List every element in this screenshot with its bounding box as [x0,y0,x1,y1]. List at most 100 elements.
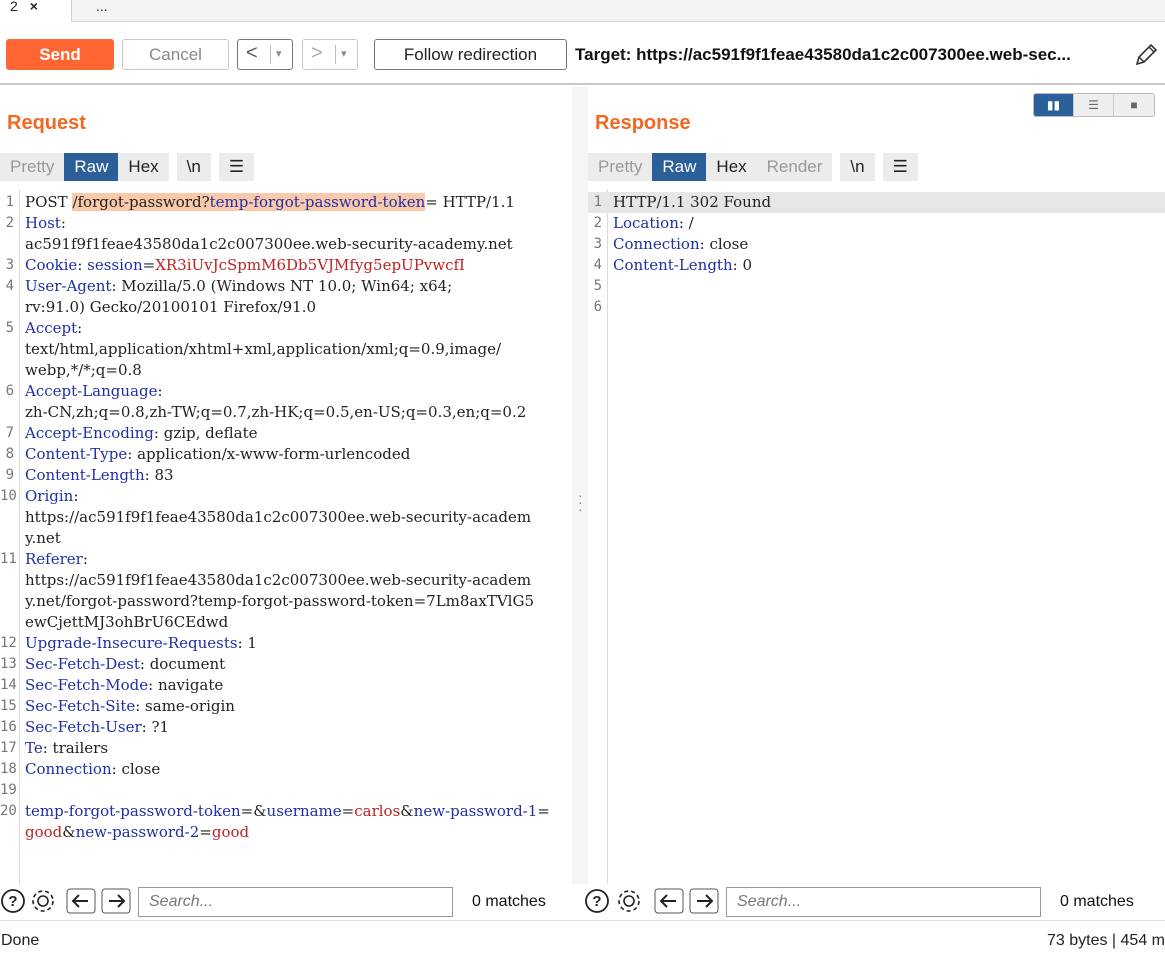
tab-hex[interactable]: Hex [706,153,757,181]
code-token: & [62,823,76,841]
cancel-button[interactable]: Cancel [122,39,229,70]
line-text [25,780,572,801]
code-token: carlos [354,802,401,820]
gear-icon[interactable] [30,888,56,914]
pencil-icon[interactable] [1133,42,1159,68]
request-code[interactable]: 1 POST /forgot-password?temp-forgot-passw… [0,192,572,843]
code-line[interactable]: 2 Host: ac591f9f1feae43580da1c2c007300ee.… [0,213,572,255]
request-editor[interactable]: 1 POST /forgot-password?temp-forgot-passw… [0,189,572,884]
tab-render[interactable]: Render [756,153,833,181]
code-line[interactable]: 17 Te: trailers [0,738,572,759]
code-line[interactable]: 16 Sec-Fetch-User: ?1 [0,717,572,738]
code-line[interactable]: 7 Accept-Encoding: gzip, deflate [0,423,572,444]
line-text: User-Agent: Mozilla/5.0 (Windows NT 10.0… [25,276,572,318]
code-line[interactable]: 14 Sec-Fetch-Mode: navigate [0,675,572,696]
code-line[interactable]: 4 User-Agent: Mozilla/5.0 (Windows NT 10.… [0,276,572,318]
gear-icon[interactable] [616,888,642,914]
arrow-right-icon[interactable] [101,888,131,914]
help-icon[interactable]: ? [0,888,26,914]
close-icon[interactable]: × [30,0,38,14]
newline-toggle[interactable]: \n [176,153,211,181]
stacked-layout-icon[interactable]: ☰ [1074,94,1114,116]
tab-raw[interactable]: Raw [64,153,119,181]
code-token: Host [25,214,61,232]
code-token: Te [25,739,43,757]
code-line[interactable]: 6 [588,297,1165,318]
back-button[interactable]: < ▾ [237,39,293,70]
code-line[interactable]: 20 temp-forgot-password-token=&username=c… [0,801,572,843]
tab-pretty[interactable]: Pretty [588,153,653,181]
chevron-down-icon[interactable]: ▾ [341,47,347,60]
tab-pretty[interactable]: Pretty [0,153,65,181]
response-code[interactable]: 1 HTTP/1.1 302 Found 2 Location: / 3 Connecti… [588,192,1165,318]
send-button[interactable]: Send [6,39,114,70]
code-line[interactable]: 4 Content-Length: 0 [588,255,1165,276]
code-line[interactable]: 19 [0,780,572,801]
search-input[interactable]: Search... [138,887,453,917]
code-token: = [142,256,156,274]
code-line[interactable]: 11 Referer: https://ac591f9f1feae43580da1… [0,549,572,633]
code-token: Sec-Fetch-Mode [25,676,149,694]
code-line[interactable]: 8 Content-Type: application/x-www-form-ur… [0,444,572,465]
drag-handle-icon[interactable]: · · · [578,488,583,516]
code-token: : ac591f9f1feae43580da1c2c007300ee.web-s… [25,214,513,253]
response-editor[interactable]: 1 HTTP/1.1 302 Found 2 Location: / 3 Connecti… [588,189,1165,884]
code-line[interactable]: 6 Accept-Language: zh-CN,zh;q=0.8,zh-TW;q… [0,381,572,423]
line-number: 1 [593,194,602,210]
help-icon[interactable]: ? [584,888,610,914]
line-text [613,276,1165,297]
code-token: Sec-Fetch-Site [25,697,136,715]
code-line[interactable]: 13 Sec-Fetch-Dest: document [0,654,572,675]
code-line[interactable]: 3 Connection: close [588,234,1165,255]
follow-redirection-button[interactable]: Follow redirection [374,39,567,70]
tab-strip: 2 × ... [0,0,1165,22]
code-token: : document [139,655,226,673]
line-number: 1 [5,194,14,210]
code-line[interactable]: 3 Cookie: session=XR3iUvJcSpmM6Db5VJMfyg5… [0,255,572,276]
new-tab-button[interactable]: ... [86,0,118,22]
code-line[interactable]: 12 Upgrade-Insecure-Requests: 1 [0,633,572,654]
menu-icon[interactable]: ☰ [218,153,255,181]
code-token: Accept-Encoding [25,424,154,442]
panel-splitter[interactable]: · · · [572,87,588,884]
code-line[interactable]: 1 HTTP/1.1 302 Found [588,192,1165,213]
chevron-down-icon[interactable]: ▾ [276,47,282,60]
forward-button[interactable]: > ▾ [302,39,358,70]
newline-toggle[interactable]: \n [840,153,875,181]
code-token: : same-origin [135,697,235,715]
menu-icon[interactable]: ☰ [882,153,918,181]
code-line[interactable]: 5 Accept: text/html,application/xhtml+xml… [0,318,572,381]
code-token: Origin [25,487,74,505]
tab-hex[interactable]: Hex [118,153,169,181]
line-text: Connection: close [613,234,1165,255]
line-number: 6 [5,383,14,399]
code-line[interactable]: 2 Location: / [588,213,1165,234]
arrow-right-icon[interactable] [689,888,719,914]
search-input[interactable]: Search... [726,887,1041,917]
code-line[interactable]: 10 Origin: https://ac591f9f1feae43580da1c… [0,486,572,549]
response-search-bar: ? Search... 0 matches [582,884,1165,920]
code-token: : https://ac591f9f1feae43580da1c2c007300… [25,550,534,631]
line-number: 5 [5,320,14,336]
code-line[interactable]: 15 Sec-Fetch-Site: same-origin [0,696,572,717]
code-token: =& [240,802,267,820]
code-token: new-password-1 [413,802,538,820]
code-line[interactable]: 18 Connection: close [0,759,572,780]
side-by-side-layout-icon[interactable]: ▮▮ [1034,94,1074,116]
code-token: XR3iUvJcSpmM6Db5VJMfyg5epUPvwcfI [155,256,465,274]
code-token: : navigate [148,676,224,694]
code-token: HTTP/1.1 302 Found [613,193,772,211]
arrow-left-icon[interactable] [66,888,96,914]
arrow-left-icon[interactable] [654,888,684,914]
line-text: Accept-Encoding: gzip, deflate [25,423,572,444]
code-token: : trailers [42,739,109,757]
code-line[interactable]: 5 [588,276,1165,297]
tab-raw[interactable]: Raw [652,153,707,181]
code-line[interactable]: 1 POST /forgot-password?temp-forgot-passw… [0,192,572,213]
repeater-tab-2[interactable]: 2 × [0,0,72,22]
line-number: 13 [0,656,17,672]
code-token: : 83 [144,466,174,484]
code-token: : / [678,214,694,232]
code-line[interactable]: 9 Content-Length: 83 [0,465,572,486]
tabbed-layout-icon[interactable]: ■ [1114,94,1154,116]
